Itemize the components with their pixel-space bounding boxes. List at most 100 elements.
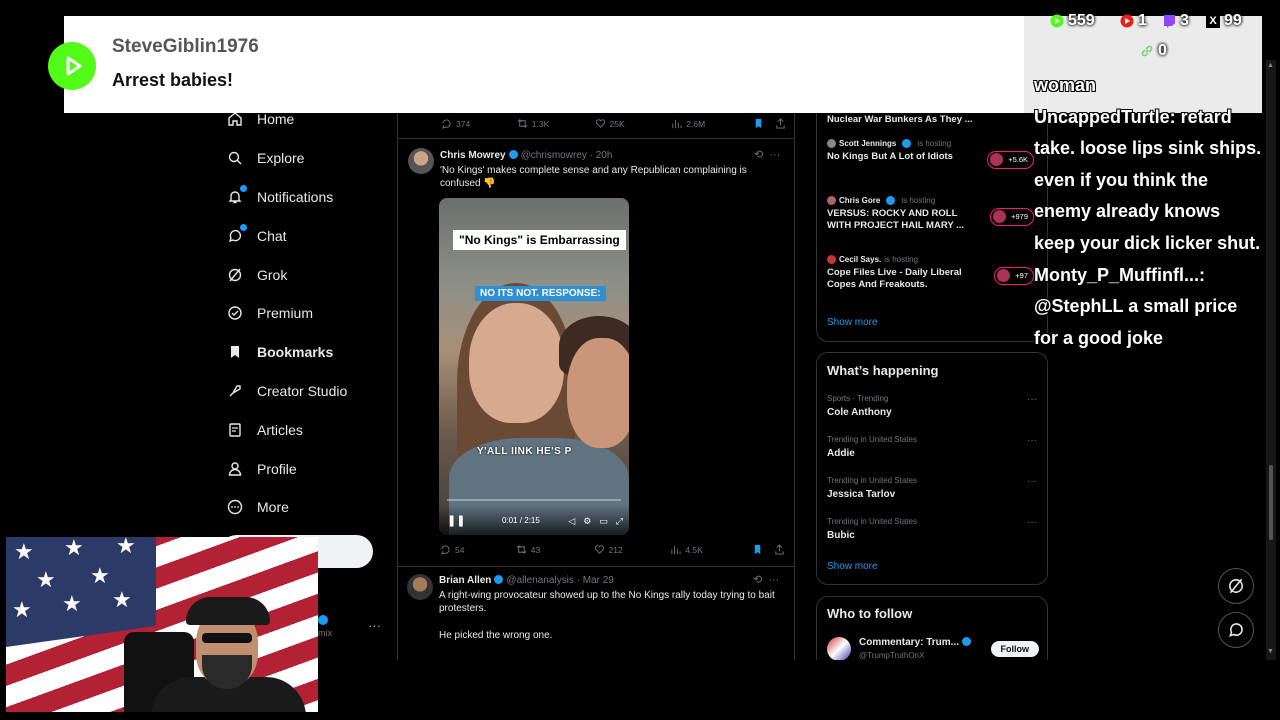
pip-icon[interactable]: ▭: [599, 516, 608, 527]
account-more-button[interactable]: ···: [368, 618, 381, 633]
video-caption-top: "No Kings" is Embarrassing: [453, 230, 626, 250]
trend-item[interactable]: Trending in United States Bubic ···: [827, 517, 1042, 541]
tweet-avatar[interactable]: [408, 148, 434, 174]
suggestion-name-text: Commentary: Trum...: [859, 637, 960, 648]
trend-meta: Sports · Trending: [827, 394, 889, 403]
chat-line: @StephLL a small price: [1034, 296, 1238, 317]
nav-bookmarks[interactable]: Bookmarks: [220, 333, 390, 372]
scrollbar-thumb[interactable]: [1269, 465, 1273, 540]
stream-stats: 559 1 3 X 99 0: [1048, 10, 1263, 70]
more-icon[interactable]: ···: [768, 574, 779, 586]
chat-line: even if you think the: [1034, 169, 1209, 190]
retweet-button[interactable]: 1.3K: [517, 118, 595, 129]
tweet-avatar[interactable]: [407, 574, 433, 600]
trend-item[interactable]: Trending in United States Addie ···: [827, 435, 1042, 459]
tweet-author-name[interactable]: Brian Allen: [439, 575, 491, 586]
reply-button[interactable]: 54: [440, 544, 516, 555]
share-icon: [775, 544, 784, 555]
who-to-follow-card: Who to follow Commentary: Trum... @Trump…: [816, 596, 1048, 660]
scroll-up-icon[interactable]: ▲: [1267, 62, 1274, 69]
share-button[interactable]: [775, 118, 786, 129]
retweet-button[interactable]: 43: [516, 544, 594, 555]
trend-more-icon[interactable]: ···: [1027, 517, 1037, 528]
grok-float-button[interactable]: [1218, 568, 1254, 604]
tweet-divider: [397, 566, 794, 567]
trend-more-icon[interactable]: ···: [1027, 394, 1037, 405]
space-listeners-pill: +97: [994, 267, 1034, 285]
trend-more-icon[interactable]: ···: [1027, 435, 1037, 446]
spaces-show-more[interactable]: Show more: [827, 317, 878, 328]
trend-more-icon[interactable]: ···: [1027, 476, 1037, 487]
fullscreen-icon[interactable]: ⤢: [616, 516, 623, 527]
video-control-icons: ◁ ⚙ ▭ ⤢: [568, 516, 623, 527]
mute-icon[interactable]: ◁: [568, 516, 575, 527]
bookmark-button[interactable]: [752, 544, 763, 555]
tweet-author-handle[interactable]: @chrismowrey · 20h: [521, 150, 613, 161]
like-button[interactable]: 25K: [595, 118, 672, 129]
trend-item[interactable]: Sports · Trending Cole Anthony ···: [827, 394, 1042, 418]
profile-icon: [227, 461, 243, 477]
nav-bookmarks-label: Bookmarks: [257, 344, 334, 361]
nav-chat-label: Chat: [257, 227, 287, 244]
space-listener-count: +5.6K: [1008, 155, 1028, 164]
settings-icon[interactable]: ⚙: [583, 516, 591, 527]
article-icon: [227, 422, 243, 438]
video-player[interactable]: "No Kings" is Embarrassing NO ITS NOT. R…: [439, 198, 629, 535]
x-logo-icon: X: [1206, 14, 1220, 28]
chat-line: keep your dick licker shut.: [1034, 232, 1261, 253]
space-item[interactable]: Chris Gore is hosting VERSUS: ROCKY AND R…: [827, 196, 1042, 232]
verified-icon: [902, 139, 912, 148]
space-title[interactable]: Nuclear War Bunkers As They ...: [827, 114, 987, 126]
scroll-down-icon[interactable]: ▼: [1267, 648, 1274, 655]
grok-icon[interactable]: ⟲: [754, 149, 763, 161]
nav-creator-studio[interactable]: Creator Studio: [220, 372, 390, 411]
video-progress-bar[interactable]: [447, 499, 621, 501]
share-button[interactable]: [774, 544, 785, 555]
grok-icon[interactable]: ⟲: [753, 574, 762, 586]
space-item[interactable]: Scott Jennings is hosting No Kings But A …: [827, 139, 1042, 169]
account-verified-icon: [318, 615, 328, 625]
views-button[interactable]: 2.6M: [671, 118, 753, 129]
nav-explore-label: Explore: [257, 150, 305, 167]
like-count: 25K: [609, 118, 625, 129]
more-icon[interactable]: ···: [769, 149, 780, 161]
space-listener-count: +97: [1015, 271, 1028, 280]
messages-float-button[interactable]: [1218, 612, 1254, 648]
space-host-name: Scott Jennings: [839, 139, 897, 148]
nav-more[interactable]: More: [220, 488, 390, 527]
follow-button[interactable]: Follow: [990, 641, 1039, 657]
trend-item[interactable]: Trending in United States Jessica Tarlov…: [827, 476, 1042, 500]
like-button[interactable]: 212: [594, 544, 671, 555]
pause-icon[interactable]: ❚❚: [447, 514, 465, 527]
space-title: No Kings But A Lot of Idiots: [827, 151, 953, 162]
nav-profile[interactable]: Profile: [220, 449, 390, 488]
tweet-author-handle[interactable]: @allenanalysis · Mar 29: [506, 575, 613, 586]
tweet-header: Chris Mowrey @chrismowrey · 20h: [440, 150, 612, 161]
video-frame-detail: [469, 303, 564, 423]
retweet-icon: [516, 545, 527, 554]
tweet-top-icons: ⟲ ···: [753, 573, 779, 586]
trends-show-more[interactable]: Show more: [827, 561, 878, 572]
twitch-viewers: 3: [1162, 12, 1189, 30]
heart-icon: [594, 545, 604, 554]
space-host: Cecil Says. is hosting: [827, 255, 1042, 264]
reply-count: 374: [456, 118, 471, 129]
nav-explore[interactable]: Explore: [220, 139, 390, 178]
nav-notifications[interactable]: Notifications: [220, 178, 390, 217]
trend-meta: Trending in United States: [827, 517, 917, 526]
nav-grok[interactable]: Grok: [220, 255, 390, 294]
views-button[interactable]: 4.5K: [670, 544, 752, 555]
who-to-follow-title: Who to follow: [827, 606, 913, 621]
space-item[interactable]: Cecil Says. is hosting Cope Files Live - …: [827, 255, 1042, 291]
space-listeners-pill: +979: [990, 208, 1034, 226]
verified-icon: [886, 196, 896, 205]
nav-articles[interactable]: Articles: [220, 410, 390, 449]
nav-premium[interactable]: Premium: [220, 294, 390, 333]
bookmark-button[interactable]: [753, 118, 764, 129]
tweet-author-name[interactable]: Chris Mowrey: [440, 150, 506, 161]
follow-suggestion[interactable]: Commentary: Trum... @TrumpTruthOnX Follo…: [827, 637, 1042, 660]
reply-button[interactable]: 374: [441, 118, 517, 129]
search-icon: [227, 150, 243, 166]
nav-grok-label: Grok: [257, 266, 288, 283]
nav-chat[interactable]: Chat: [220, 216, 390, 255]
